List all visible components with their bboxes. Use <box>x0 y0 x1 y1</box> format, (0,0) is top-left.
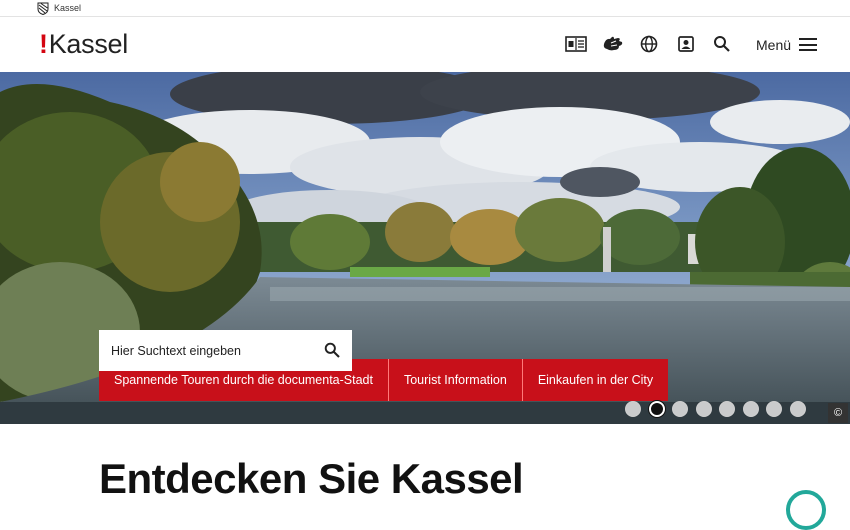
hamburger-menu-icon[interactable] <box>799 38 817 51</box>
carousel-dot[interactable] <box>789 401 806 417</box>
top-bar: Kassel <box>0 0 850 17</box>
menu-label[interactable]: Menü <box>756 37 791 53</box>
carousel-dot[interactable] <box>719 401 735 417</box>
carousel-dot[interactable] <box>672 401 688 417</box>
site-header: ! Kassel Menü <box>0 17 850 72</box>
carousel-dot-active[interactable] <box>648 401 665 417</box>
hero-search <box>99 330 352 371</box>
carousel-dots <box>625 401 813 417</box>
header-icon-bar <box>560 33 743 55</box>
globe-icon[interactable] <box>633 33 665 55</box>
contact-icon[interactable] <box>670 33 702 55</box>
search-submit-icon[interactable] <box>324 342 340 358</box>
quick-link-shopping[interactable]: Einkaufen in der City <box>522 359 669 401</box>
logo-text: Kassel <box>48 29 129 59</box>
top-bar-label[interactable]: Kassel <box>54 3 81 13</box>
site-logo[interactable]: ! Kassel <box>39 29 128 59</box>
logo-mark: ! <box>39 29 48 59</box>
carousel-dot[interactable] <box>695 401 712 417</box>
sign-language-icon[interactable] <box>597 33 629 55</box>
image-copyright-icon[interactable]: © <box>828 403 848 423</box>
carousel-dot[interactable] <box>766 401 782 417</box>
page-title: Entdecken Sie Kassel <box>99 455 524 502</box>
city-crest-icon <box>37 2 49 15</box>
carousel-dot[interactable] <box>625 401 641 417</box>
easy-language-icon[interactable] <box>560 33 592 55</box>
hero-banner: Spannende Touren durch die documenta-Sta… <box>0 72 850 424</box>
search-icon[interactable] <box>706 33 738 55</box>
carousel-dot[interactable] <box>742 401 759 417</box>
decorative-circle <box>786 490 826 530</box>
search-input[interactable] <box>99 330 309 371</box>
quick-link-tourist-info[interactable]: Tourist Information <box>388 359 523 401</box>
